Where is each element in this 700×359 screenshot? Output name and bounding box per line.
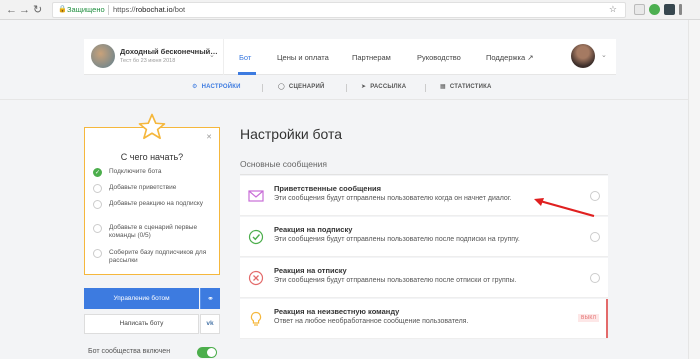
subnav-divider <box>262 84 263 92</box>
url-host: robochat.io <box>135 5 173 14</box>
bot-enabled-toggle[interactable] <box>197 347 217 358</box>
step-label: Добавьте реакцию на подписку <box>109 200 204 207</box>
lightbulb-icon <box>250 311 262 326</box>
item-title: Реакция на отписку <box>274 266 347 275</box>
header-divider <box>223 39 224 75</box>
status-badge[interactable]: ВЫКЛ <box>578 314 600 322</box>
section-title: Основные сообщения <box>240 159 328 169</box>
step-circle-icon <box>93 184 102 193</box>
url-path: /bot <box>172 5 186 14</box>
tab-scenario[interactable]: ◯ СЦЕНАРИЙ <box>278 83 325 90</box>
onboarding-step[interactable]: Добавьте в сценарий первые команды (0/5) <box>93 224 219 240</box>
menu-icon[interactable] <box>679 4 682 15</box>
step-label: Соберите базу подписчиков для рассылки <box>109 249 207 264</box>
nav-support[interactable]: Поддержка ↗ <box>486 53 534 62</box>
subnav-divider <box>346 84 347 92</box>
disabled-indicator <box>606 299 608 338</box>
extension-green-icon[interactable] <box>649 4 660 15</box>
item-radio[interactable] <box>590 273 600 283</box>
onboarding-title: С чего начать? <box>120 152 184 162</box>
item-description: Эти сообщения будут отправлены пользоват… <box>274 277 517 284</box>
item-title: Реакция на неизвестную команду <box>274 307 400 316</box>
nav-partners[interactable]: Партнерам <box>352 53 391 62</box>
list-item-subscribe[interactable]: Реакция на подписку Эти сообщения будут … <box>240 217 608 257</box>
extension-dark-icon[interactable] <box>664 4 675 15</box>
community-name[interactable]: Доходный бесконечный… <box>120 47 218 56</box>
send-icon: ➤ <box>361 84 367 90</box>
step-circle-icon <box>93 224 102 233</box>
onboarding-step[interactable]: Добавьте реакцию на подписку <box>93 200 219 209</box>
subnav-divider <box>425 84 426 92</box>
annotation-arrow-icon <box>534 198 595 217</box>
item-description: Ответ на любое необработанное сообщение … <box>274 318 469 325</box>
list-item-unsubscribe[interactable]: Реакция на отписку Эти сообщения будут о… <box>240 258 608 298</box>
step-label: Добавьте в сценарий первые команды (0/5) <box>109 224 198 239</box>
section-divider <box>240 174 608 175</box>
gear-icon: ⚙ <box>192 84 198 90</box>
forward-icon[interactable]: → <box>19 2 30 18</box>
item-radio[interactable] <box>590 232 600 242</box>
user-avatar[interactable] <box>571 44 595 68</box>
vk-icon[interactable]: vk <box>200 314 220 334</box>
reload-icon[interactable]: ↻ <box>33 2 42 18</box>
tab-statistics[interactable]: ▦ СТАТИСТИКА <box>440 83 492 90</box>
envelope-icon <box>248 190 264 202</box>
manage-bot-button[interactable]: Управление ботом <box>84 288 199 309</box>
sub-navigation: ⚙ НАСТРОЙКИ ◯ СЦЕНАРИЙ ➤ РАССЫЛКА ▦ СТАТИСТИ… <box>0 76 700 100</box>
tab-mailing-label: РАССЫЛКА <box>370 84 407 90</box>
onboarding-card: ✕ С чего начать? ✓ Подключите бота Добавь… <box>84 113 220 275</box>
check-circle-icon <box>248 229 264 245</box>
step-label: Подключите бота <box>109 168 162 175</box>
url-scheme: https:// <box>113 5 136 14</box>
bookmark-star-icon[interactable]: ☆ <box>609 2 617 16</box>
nav-pricing[interactable]: Цены и оплата <box>277 53 329 62</box>
tab-statistics-label: СТАТИСТИКА <box>449 84 492 90</box>
tab-scenario-label: СЦЕНАРИЙ <box>288 84 325 90</box>
item-description: Эти сообщения будут отправлены пользоват… <box>274 195 512 202</box>
secure-label: Защищено <box>67 5 105 14</box>
star-icon <box>138 113 166 140</box>
community-subtitle: Тест бо 23 июня 2018 <box>120 58 176 64</box>
close-icon[interactable]: ✕ <box>206 133 212 141</box>
active-nav-underline <box>238 72 256 75</box>
bot-enabled-label: Бот сообщества включен <box>88 348 171 355</box>
step-circle-icon <box>93 249 102 258</box>
address-divider <box>108 5 109 15</box>
item-title: Приветственные сообщения <box>274 184 381 193</box>
nav-guide[interactable]: Руководство <box>417 53 461 62</box>
nav-bot[interactable]: Бот <box>239 53 251 62</box>
user-chevron-down-icon[interactable]: ⌄ <box>601 51 607 59</box>
item-title: Реакция на подписку <box>274 225 353 234</box>
page-title: Настройки бота <box>240 126 343 142</box>
chat-icon: ◯ <box>278 84 285 90</box>
extension-icon[interactable] <box>634 4 645 15</box>
stats-icon: ▦ <box>440 84 446 90</box>
community-avatar[interactable] <box>91 44 115 68</box>
x-circle-icon <box>248 270 264 286</box>
list-item-unknown-command[interactable]: Реакция на неизвестную команду Ответ на … <box>240 299 608 339</box>
address-bar[interactable]: 🔒 Защищено https://robochat.io/bot ☆ <box>52 2 626 18</box>
bot-enabled-row: Бот сообщества включен <box>84 342 220 359</box>
tab-mailing[interactable]: ➤ РАССЫЛКА <box>361 83 406 90</box>
browser-toolbar: ← → ↻ 🔒 Защищено https://robochat.io/bot… <box>0 0 700 20</box>
chevron-down-icon[interactable]: ⌄ <box>209 51 215 59</box>
write-to-bot-button[interactable]: Написать боту <box>84 314 199 334</box>
lock-icon: 🔒 <box>58 6 67 13</box>
app-header: Доходный бесконечный… Тест бо 23 июня 20… <box>84 39 616 75</box>
step-circle-icon <box>93 200 102 209</box>
check-icon: ✓ <box>93 168 102 177</box>
onboarding-step[interactable]: Добавьте приветствие <box>93 184 219 193</box>
page-scrollbar[interactable] <box>688 20 700 359</box>
back-icon[interactable]: ← <box>6 2 17 18</box>
onboarding-step[interactable]: Соберите базу подписчиков для рассылки <box>93 249 219 265</box>
link-icon[interactable]: ⚭ <box>200 288 220 309</box>
tab-settings-label: НАСТРОЙКИ <box>201 84 241 90</box>
step-label: Добавьте приветствие <box>109 184 177 191</box>
tab-settings[interactable]: ⚙ НАСТРОЙКИ <box>192 83 241 90</box>
item-description: Эти сообщения будут отправлены пользоват… <box>274 236 520 243</box>
url-text: https://robochat.io/bot <box>113 3 185 17</box>
onboarding-step[interactable]: ✓ Подключите бота <box>93 168 219 177</box>
